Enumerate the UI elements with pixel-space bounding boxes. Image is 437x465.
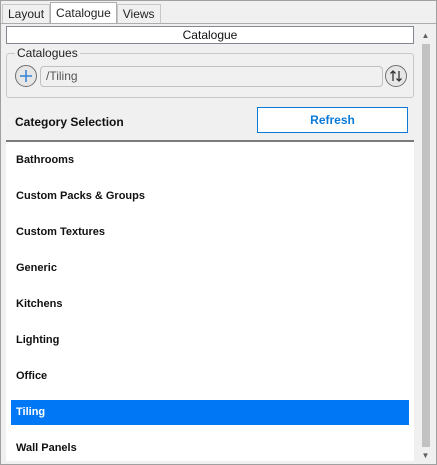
catalogue-path-field[interactable]: /Tiling (40, 66, 383, 87)
list-item[interactable]: Custom Packs & Groups (11, 184, 409, 209)
category-list: Bathrooms Custom Packs & Groups Custom T… (6, 140, 414, 461)
catalogues-legend: Catalogues (15, 46, 80, 60)
catalogues-group: Catalogues /Tiling (6, 46, 414, 98)
list-item[interactable]: Custom Textures (11, 220, 409, 245)
sort-arrows-icon (390, 70, 402, 82)
scrollbar-thumb[interactable] (422, 44, 430, 447)
add-circle-icon (20, 70, 32, 82)
tab-divider (1, 23, 436, 24)
catalogue-panel-window: Layout Catalogue Views Catalogue ▲ ▼ Cat… (0, 0, 437, 465)
list-item[interactable]: Office (11, 364, 409, 389)
tab-catalogue[interactable]: Catalogue (50, 2, 117, 24)
list-item[interactable]: Bathrooms (11, 148, 409, 173)
tab-bar: Layout Catalogue Views (2, 2, 161, 24)
scroll-down-arrow-icon[interactable]: ▼ (417, 447, 434, 464)
scroll-up-arrow-icon[interactable]: ▲ (417, 27, 434, 44)
vertical-scrollbar[interactable]: ▲ ▼ (417, 27, 434, 464)
list-item[interactable]: Kitchens (11, 292, 409, 317)
tab-layout[interactable]: Layout (2, 4, 51, 24)
sort-catalogue-button[interactable] (385, 65, 407, 87)
tab-views[interactable]: Views (116, 4, 161, 24)
refresh-button[interactable]: Refresh (257, 107, 408, 133)
category-selection-label: Category Selection (15, 115, 124, 129)
panel-title: Catalogue (6, 26, 414, 44)
add-catalogue-button[interactable] (15, 65, 37, 87)
list-item[interactable]: Generic (11, 256, 409, 281)
list-item[interactable]: Lighting (11, 328, 409, 353)
list-item[interactable]: Wall Panels (11, 436, 409, 461)
list-item-selected[interactable]: Tiling (11, 400, 409, 425)
